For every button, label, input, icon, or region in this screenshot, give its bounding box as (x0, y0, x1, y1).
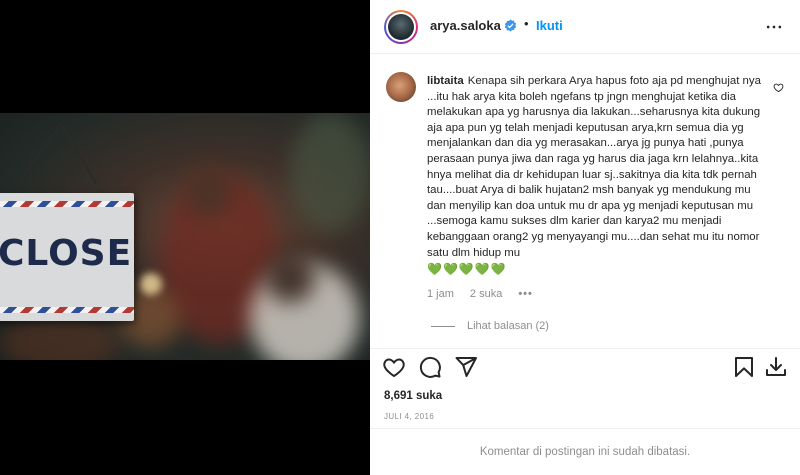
comment-text: Kenapa sih perkara Arya hapus foto aja p… (427, 75, 761, 259)
comments-restricted-text: Komentar di postingan ini sudah dibatasi… (479, 446, 691, 458)
comments-restricted-notice: Komentar di postingan ini sudah dibatasi… (370, 428, 800, 475)
post-date: JULI 4, 2016 (384, 412, 435, 421)
commenter-avatar[interactable] (386, 72, 416, 102)
view-replies-button[interactable]: Lihat balasan (2) (431, 320, 549, 332)
post-media: CLOSED (0, 0, 370, 475)
comment-emoji-hearts: 💚💚💚💚💚 (427, 262, 507, 277)
view-replies-label: Lihat balasan (2) (467, 320, 549, 332)
follow-button[interactable]: Ikuti (536, 18, 563, 33)
share-icon[interactable] (454, 355, 478, 379)
post-username[interactable]: arya.saloka (430, 18, 501, 33)
comment-body: libtaita Kenapa sih perkara Arya hapus fo… (427, 74, 767, 278)
more-options-icon[interactable] (764, 17, 784, 37)
closed-sign: CLOSED (0, 193, 134, 321)
comment-time: 1 jam (427, 288, 454, 300)
heart-icon[interactable] (382, 355, 406, 379)
likes-count[interactable]: 8,691 suka (384, 390, 442, 402)
comment-icon[interactable] (418, 355, 442, 379)
avatar[interactable] (384, 10, 418, 44)
comment-meta: 1 jam 2 suka ••• (427, 288, 533, 300)
comment-more-button[interactable]: ••• (518, 288, 533, 300)
replies-divider (431, 325, 455, 327)
comment-likes[interactable]: 2 suka (470, 288, 502, 300)
comment-like-heart-icon[interactable] (773, 82, 784, 93)
post-header: arya.saloka • Ikuti (370, 0, 800, 54)
action-bar (370, 348, 800, 384)
bookmark-icon[interactable] (732, 355, 756, 379)
download-icon[interactable] (764, 355, 788, 379)
header-separator: • (524, 16, 529, 31)
post-panel: arya.saloka • Ikuti libtaita Kenapa sih p… (370, 0, 800, 475)
verified-badge-icon (504, 19, 517, 32)
post-photo: CLOSED (0, 113, 370, 360)
commenter-username[interactable]: libtaita (427, 75, 464, 87)
sign-text: CLOSED (0, 233, 134, 274)
